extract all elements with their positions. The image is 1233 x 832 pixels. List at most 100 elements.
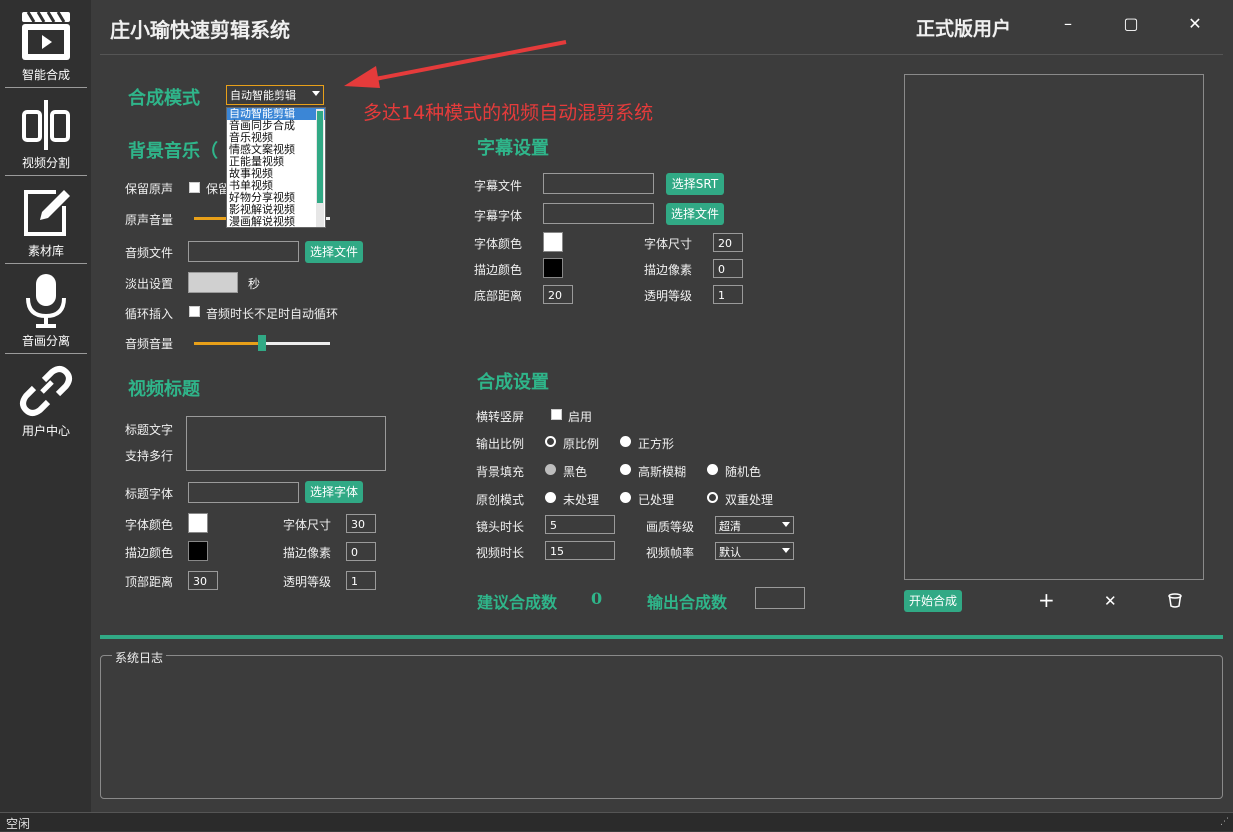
sidebar: 智能合成 视频分割 素材库 音画分离 用户中心 xyxy=(0,0,91,812)
audio-volume-knob[interactable] xyxy=(258,335,266,351)
audio-file-input[interactable] xyxy=(188,241,299,262)
rotate-label: 横转竖屏 xyxy=(476,410,525,424)
title-opacity-input[interactable]: 1 xyxy=(346,571,376,590)
orig-done-label: 已处理 xyxy=(638,493,675,507)
version-label: 正式版用户 xyxy=(916,18,1012,40)
preview-list[interactable] xyxy=(904,74,1204,580)
subtitle-stroke-color-swatch[interactable] xyxy=(543,258,563,278)
subtitle-font-input[interactable] xyxy=(543,203,654,224)
fade-input[interactable] xyxy=(188,272,238,293)
fps-select[interactable]: 默认 xyxy=(715,542,794,560)
add-icon[interactable]: + xyxy=(1038,588,1055,612)
title-stroke-color-swatch[interactable] xyxy=(188,541,208,561)
fill-random-label: 随机色 xyxy=(725,465,762,479)
title-font-button[interactable]: 选择字体 xyxy=(305,481,363,503)
title-font-color-swatch[interactable] xyxy=(188,513,208,533)
mode-label: 合成模式 xyxy=(128,88,200,109)
fps-label: 视频帧率 xyxy=(646,546,695,560)
remove-icon[interactable]: ✕ xyxy=(1104,592,1117,610)
quality-select[interactable]: 超清 xyxy=(715,516,794,534)
original-volume-fill xyxy=(194,217,228,220)
fade-label: 淡出设置 xyxy=(125,277,174,291)
sidebar-item-audio-separation[interactable]: 音画分离 xyxy=(5,270,87,354)
subtitle-font-color-label: 字体颜色 xyxy=(474,237,523,251)
subtitle-bottom-margin-label: 底部距离 xyxy=(474,289,523,303)
title-stroke-px-input[interactable]: 0 xyxy=(346,542,376,561)
audio-file-button[interactable]: 选择文件 xyxy=(305,241,363,263)
title-top-margin-label: 顶部距离 xyxy=(125,575,174,589)
video-length-input[interactable]: 15 xyxy=(545,541,615,560)
status-text: 空闲 xyxy=(6,817,31,831)
divider xyxy=(100,635,1223,639)
ratio-original-radio[interactable] xyxy=(545,436,556,447)
orig-double-radio[interactable] xyxy=(707,492,718,503)
dropdown-scrollbar-thumb[interactable] xyxy=(317,111,323,203)
title-opacity-label: 透明等级 xyxy=(283,575,332,589)
subtitle-stroke-color-label: 描边颜色 xyxy=(474,263,523,277)
sidebar-item-user-center[interactable]: 用户中心 xyxy=(5,362,87,444)
fill-random-radio[interactable] xyxy=(707,464,718,475)
suggest-count-label: 建议合成数 xyxy=(477,593,558,612)
fill-label: 背景填充 xyxy=(476,465,525,479)
mode-dropdown-list[interactable]: 自动智能剪辑 音画同步合成 音乐视频 情感文案视频 正能量视频 故事视频 书单视频 好物分享视… xyxy=(226,107,326,228)
sidebar-item-material-library[interactable]: 素材库 xyxy=(5,182,87,264)
maximize-button[interactable]: ▢ xyxy=(1121,14,1141,38)
mode-option[interactable]: 漫画解说视频 xyxy=(227,216,325,228)
mode-select[interactable]: 自动智能剪辑 xyxy=(226,85,324,105)
ratio-original-label: 原比例 xyxy=(563,437,600,451)
subtitle-font-label: 字幕字体 xyxy=(474,209,523,223)
fill-black-radio[interactable] xyxy=(545,464,556,475)
subtitle-file-button[interactable]: 选择SRT xyxy=(666,173,724,195)
subtitle-bottom-margin-input[interactable]: 20 xyxy=(543,285,573,304)
title-text-label: 标题文字 xyxy=(125,423,174,437)
sidebar-item-label: 用户中心 xyxy=(21,424,70,438)
orig-done-radio[interactable] xyxy=(620,492,631,503)
title-font-input[interactable] xyxy=(188,482,299,503)
keep-original-checkbox[interactable] xyxy=(189,182,200,193)
start-compose-button[interactable]: 开始合成 xyxy=(904,590,962,612)
ratio-square-radio[interactable] xyxy=(620,436,631,447)
loop-checkbox[interactable] xyxy=(189,306,200,317)
original-volume-label: 原声音量 xyxy=(125,213,174,227)
rotate-check-label: 启用 xyxy=(568,410,593,424)
edit-icon xyxy=(24,190,70,236)
resize-grip-icon[interactable]: ⋰ xyxy=(1220,817,1229,827)
subtitle-opacity-input[interactable]: 1 xyxy=(713,285,743,304)
link-icon xyxy=(20,366,72,416)
ratio-square-label: 正方形 xyxy=(638,437,675,451)
shot-length-label: 镜头时长 xyxy=(476,520,525,534)
loop-label: 循环插入 xyxy=(125,307,174,321)
status-bar: 空闲 ⋰ xyxy=(0,812,1233,831)
minimize-button[interactable]: – xyxy=(1058,14,1078,38)
title-font-size-label: 字体尺寸 xyxy=(283,518,332,532)
system-log-panel xyxy=(100,655,1223,799)
video-length-label: 视频时长 xyxy=(476,546,525,560)
title-font-label: 标题字体 xyxy=(125,487,174,501)
subtitle-font-color-swatch[interactable] xyxy=(543,232,563,252)
rotate-checkbox[interactable] xyxy=(551,409,562,420)
orig-none-radio[interactable] xyxy=(545,492,556,503)
subtitle-stroke-px-input[interactable]: 0 xyxy=(713,259,743,278)
close-button[interactable]: ✕ xyxy=(1185,14,1205,38)
title-stroke-px-label: 描边像素 xyxy=(283,546,332,560)
sidebar-item-label: 智能合成 xyxy=(21,68,70,82)
output-count-input[interactable] xyxy=(755,587,805,609)
sidebar-item-smart-compose[interactable]: 智能合成 xyxy=(5,6,87,88)
subtitle-font-size-input[interactable]: 20 xyxy=(713,233,743,252)
trash-icon[interactable] xyxy=(1168,593,1182,608)
system-log-title: 系统日志 xyxy=(112,649,167,666)
subtitle-font-button[interactable]: 选择文件 xyxy=(666,203,724,225)
audio-volume-fill xyxy=(194,342,262,345)
loop-check-label: 音频时长不足时自动循环 xyxy=(206,307,339,321)
title-top-margin-input[interactable]: 30 xyxy=(188,571,218,590)
title-font-size-input[interactable]: 30 xyxy=(346,514,376,533)
fill-blur-radio[interactable] xyxy=(620,464,631,475)
audio-volume-label: 音频音量 xyxy=(125,337,174,351)
shot-length-input[interactable]: 5 xyxy=(545,515,615,534)
mode-select-value: 自动智能剪辑 xyxy=(230,89,296,102)
original-mode-label: 原创模式 xyxy=(476,493,525,507)
sidebar-item-video-split[interactable]: 视频分割 xyxy=(5,94,87,176)
title-multiline-label: 支持多行 xyxy=(125,449,174,463)
title-text-area[interactable] xyxy=(186,416,386,471)
subtitle-file-input[interactable] xyxy=(543,173,654,194)
